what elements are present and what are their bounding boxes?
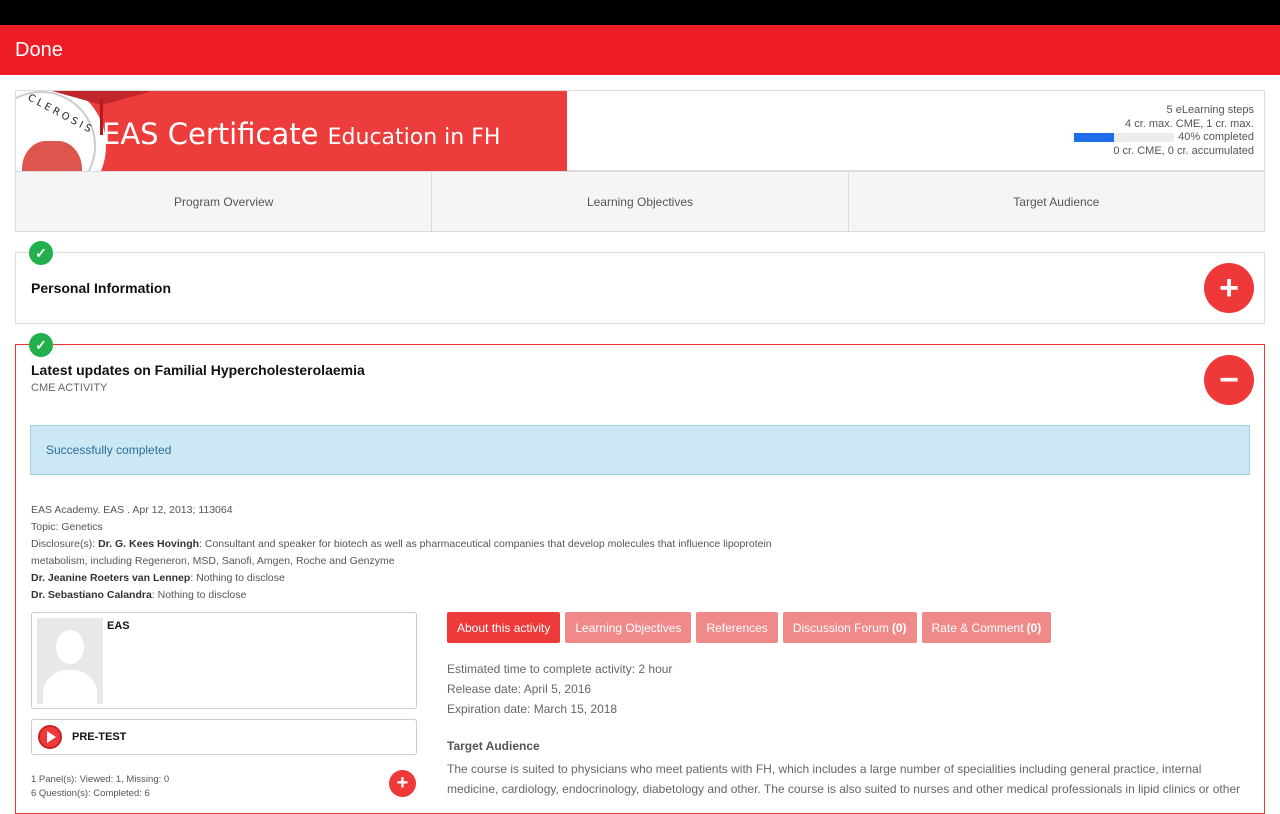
collapse-minus-button[interactable]: − [1204, 355, 1254, 405]
activity-stats: 1 Panel(s): Viewed: 1, Missing: 0 6 Ques… [31, 773, 169, 801]
play-icon [38, 725, 62, 749]
forum-count: (0) [891, 620, 907, 635]
completed-text: 40% completed [1178, 131, 1254, 143]
tab-objectives-label: Learning Objectives [575, 620, 682, 635]
pretest-label: PRE-TEST [72, 731, 127, 743]
disclosure-2-text: : Nothing to disclose [190, 572, 285, 584]
questions-stats: 6 Question(s): Completed: 6 [31, 788, 150, 799]
panel-title: Personal Information [31, 280, 172, 296]
author-card: EAS [31, 612, 417, 709]
disclosure-1-name: Dr. G. Kees Hovingh [98, 538, 200, 550]
accumulated-text: 0 cr. CME, 0 cr. accumulated [1113, 144, 1254, 157]
disclosure-prefix: Disclosure(s): [31, 538, 99, 550]
tab-discussion-forum[interactable]: Discussion Forum (0) [782, 612, 917, 643]
release-date: Release date: April 5, 2016 [447, 682, 592, 696]
steps-text: 5 eLearning steps [1166, 104, 1254, 116]
system-status-bar [0, 0, 1280, 25]
banner-title: EAS Certificate Education in FH [102, 117, 500, 151]
progress-info: 5 eLearning steps 4 cr. max. CME, 1 cr. … [1074, 104, 1254, 158]
expiration-date: Expiration date: March 15, 2018 [447, 702, 618, 716]
tab-references-label: References [706, 620, 768, 635]
panels-stats: 1 Panel(s): Viewed: 1, Missing: 0 [31, 774, 170, 785]
add-plus-button[interactable]: + [389, 770, 416, 797]
target-audience-title: Target Audience [447, 739, 540, 753]
activity-tabs: About this activity Learning Objectives … [447, 612, 1056, 643]
program-banner: CLEROSIS EAS Certificate Education in FH [16, 91, 567, 171]
progress-row: 40% completed [1074, 131, 1254, 145]
done-button[interactable]: Done [15, 39, 63, 62]
check-icon: ✓ [29, 333, 53, 357]
tab-learning-objectives[interactable]: Learning Objectives [432, 172, 849, 231]
tab-forum-label: Discussion Forum [792, 620, 889, 635]
activity-subtitle: CME ACTIVITY [31, 382, 108, 394]
expand-plus-button[interactable]: + [1204, 263, 1254, 313]
credits-max-text: 4 cr. max. CME, 1 cr. max. [1125, 117, 1254, 130]
target-audience-text: The course is suited to physicians who m… [447, 762, 1241, 796]
tab-rate-label: Rate & Comment [931, 620, 1024, 635]
avatar-body [43, 670, 97, 704]
tab-target-audience[interactable]: Target Audience [849, 172, 1264, 231]
personal-information-panel: ✓ Personal Information + [15, 241, 1265, 324]
meta-source: EAS Academy. EAS . Apr 12, 2013; 113064 [31, 504, 233, 516]
meta-topic: Topic: Genetics [31, 521, 103, 533]
tab-references[interactable]: References [696, 612, 778, 643]
progress-bar-fill [1074, 133, 1115, 143]
meta-disclosure-2: Dr. Jeanine Roeters van Lennep: Nothing … [31, 570, 821, 587]
top-bar: Done [0, 25, 1280, 75]
tab-about-activity[interactable]: About this activity [447, 612, 561, 643]
status-alert: Successfully completed [30, 425, 1250, 475]
check-icon: ✓ [29, 241, 53, 265]
pretest-button[interactable]: PRE-TEST [31, 719, 417, 755]
rate-count: (0) [1026, 620, 1042, 635]
disclosure-3-text: : Nothing to disclose [151, 589, 247, 601]
tab-program-overview[interactable]: Program Overview [16, 172, 433, 231]
meta-disclosure-3: Dr. Sebastiano Calandra: Nothing to disc… [31, 587, 821, 604]
activity-panel: ✓ Latest updates on Familial Hypercholes… [15, 333, 1265, 814]
estimated-time: Estimated time to complete activity: 2 h… [447, 662, 673, 676]
meta-disclosure-1: Disclosure(s): Dr. G. Kees Hovingh: Cons… [31, 536, 821, 570]
tab-about-label: About this activity [457, 620, 551, 635]
activity-meta: EAS Academy. EAS . Apr 12, 2013; 113064 … [31, 502, 821, 604]
program-tabs: Program Overview Learning Objectives Tar… [15, 171, 1265, 232]
author-name: EAS [107, 620, 130, 632]
banner-title-sub: Education in FH [327, 125, 501, 150]
avatar-head [56, 630, 84, 664]
progress-bar [1074, 133, 1175, 143]
program-header: CLEROSIS EAS Certificate Education in FH… [15, 90, 1265, 171]
banner-title-main: EAS Certificate [102, 117, 319, 151]
tab-rate-comment[interactable]: Rate & Comment (0) [921, 612, 1052, 643]
avatar [37, 618, 103, 704]
disclosure-3-name: Dr. Sebastiano Calandra [31, 589, 152, 601]
disclosure-2-name: Dr. Jeanine Roeters van Lennep [31, 572, 191, 584]
activity-title: Latest updates on Familial Hypercholeste… [31, 362, 365, 378]
tab-activity-learning-objectives[interactable]: Learning Objectives [565, 612, 692, 643]
activity-details: Estimated time to complete activity: 2 h… [447, 659, 672, 719]
